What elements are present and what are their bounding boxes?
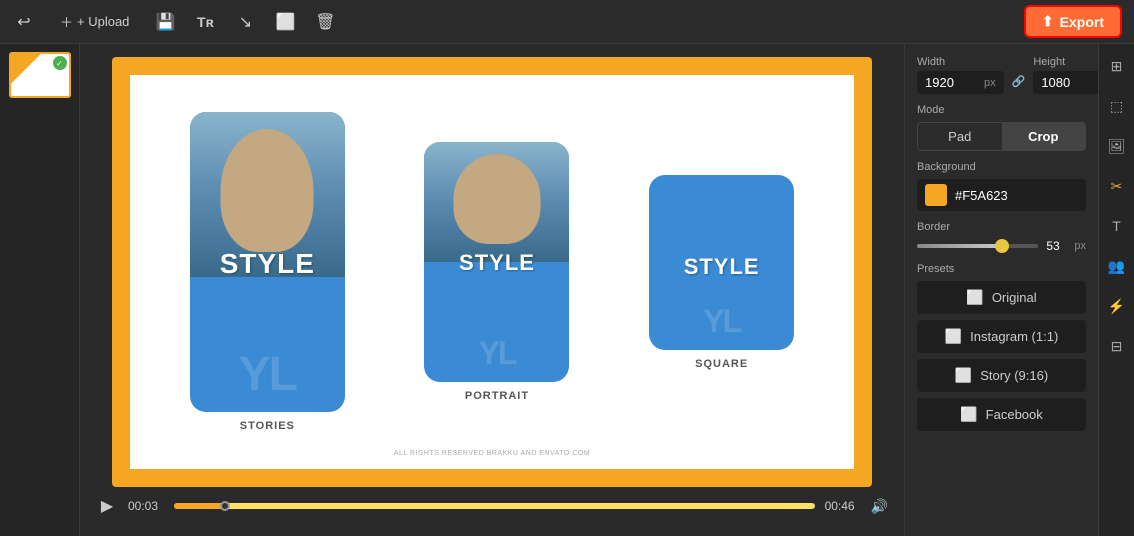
right-panel-main: Width px 🔗 Height px Mode (905, 44, 1098, 536)
users-icon[interactable]: 👥 (1103, 252, 1131, 280)
text-icon[interactable]: Tʀ (193, 10, 217, 34)
facebook-icon: ⬜ (960, 406, 977, 423)
border-value: 53 (1046, 239, 1066, 253)
width-label: Width (917, 56, 1004, 68)
bg-swatch[interactable] (925, 184, 947, 206)
stories-caption: STORIES (240, 420, 295, 432)
bg-row[interactable]: #F5A623 (917, 179, 1086, 211)
time-current: 00:03 (128, 499, 164, 513)
playback-bar: ▶ 00:03 00:46 🔊 (92, 488, 892, 524)
height-input[interactable] (1041, 75, 1096, 90)
slider-thumb[interactable] (995, 239, 1009, 253)
bg-hex: #F5A623 (955, 188, 1008, 203)
mode-pad-button[interactable]: Pad (918, 123, 1002, 150)
border-slider-row: 53 px (917, 239, 1086, 253)
export-button[interactable]: ⬆ Export (1024, 5, 1122, 38)
portrait-card: STYLE YL (424, 142, 569, 382)
preset-story-button[interactable]: ⬜ Story (9:16) (917, 359, 1086, 392)
mode-crop-button[interactable]: Crop (1002, 123, 1086, 150)
original-icon: ⬜ (966, 289, 983, 306)
link-icon[interactable]: 🔗 (1012, 72, 1026, 90)
layers-icon[interactable]: ⊟ (1103, 332, 1131, 360)
height-label: Height (1033, 56, 1098, 68)
slider-fill (917, 244, 1002, 248)
resize-icon[interactable]: ⬚ (1103, 92, 1131, 120)
canvas-area: STYLE YL STORIES (80, 44, 904, 536)
canvas-wrapper: STYLE YL STORIES (92, 56, 892, 488)
preset-facebook-button[interactable]: ⬜ Facebook (917, 398, 1086, 431)
text-panel-icon[interactable]: T (1103, 212, 1131, 240)
right-panel-icons: ⊞ ⬚ 🖼 ✂ T 👥 ⚡ ⊟ (1098, 44, 1134, 536)
plus-icon: ＋ (60, 12, 73, 31)
stories-label: STYLE (190, 248, 345, 280)
toolbar: ↩ ＋ + Upload 💾 Tʀ ↘ ⬜ 🗑 ⬆ Export (0, 0, 1134, 44)
instagram-icon: ⬜ (945, 328, 962, 345)
portrait-caption: PORTRAIT (465, 390, 529, 402)
dimensions-row: Width px 🔗 Height px (917, 56, 1086, 94)
stories-watermark: YL (239, 347, 296, 402)
square-label: STYLE (649, 254, 794, 280)
square-caption: SQUARE (695, 358, 748, 370)
crop-icon[interactable]: ⬜ (273, 10, 297, 34)
progress-track[interactable] (174, 503, 815, 509)
volume-icon[interactable]: 🔊 (871, 498, 888, 515)
preset-original-button[interactable]: ⬜ Original (917, 281, 1086, 314)
mode-row: Pad Crop (917, 122, 1086, 151)
sliders-icon[interactable]: ⚡ (1103, 292, 1131, 320)
portrait-label: STYLE (424, 250, 569, 276)
progress-fill (174, 503, 225, 509)
canvas-frame: STYLE YL STORIES (112, 57, 872, 487)
width-unit: px (984, 77, 996, 89)
delete-icon[interactable]: 🗑 (313, 10, 337, 34)
stories-group: STYLE YL STORIES (190, 112, 345, 432)
story-icon: ⬜ (955, 367, 972, 384)
height-group: Height px (1033, 56, 1098, 94)
height-input-wrap: px (1033, 71, 1098, 94)
save-icon[interactable]: 💾 (153, 10, 177, 34)
crop-panel-icon[interactable]: ✂ (1103, 172, 1131, 200)
undo-icon[interactable]: ↩ (12, 10, 36, 34)
grid-icon[interactable]: ⊞ (1103, 52, 1131, 80)
preset-instagram-button[interactable]: ⬜ Instagram (1:1) (917, 320, 1086, 353)
square-group: STYLE YL SQUARE (649, 175, 794, 370)
arrow-icon[interactable]: ↘ (233, 10, 257, 34)
time-total: 00:46 (825, 499, 861, 513)
main-area: ✓ STYLE YL (0, 44, 1134, 536)
width-input-wrap: px (917, 71, 1004, 94)
square-watermark: YL (703, 303, 740, 340)
upload-button[interactable]: ＋ + Upload (52, 8, 137, 35)
play-button[interactable]: ▶ (96, 495, 118, 517)
portrait-watermark: YL (479, 335, 516, 372)
width-group: Width px (917, 56, 1004, 94)
progress-thumb[interactable] (220, 501, 230, 511)
copyright-text: ALL RIGHTS RESERVED BRAKKU AND ENVATO.CO… (394, 450, 590, 457)
square-card: STYLE YL (649, 175, 794, 350)
right-panel: Width px 🔗 Height px Mode (904, 44, 1134, 536)
portrait-group: STYLE YL PORTRAIT (424, 142, 569, 402)
image-icon[interactable]: 🖼 (1103, 132, 1131, 160)
canvas-content: STYLE YL STORIES (130, 75, 854, 469)
portrait-photo (424, 142, 569, 262)
export-icon: ⬆ (1042, 13, 1054, 30)
left-sidebar: ✓ (0, 44, 80, 536)
border-unit: px (1074, 240, 1086, 252)
width-input[interactable] (925, 75, 980, 90)
mode-label: Mode (917, 104, 1086, 116)
bg-label: Background (917, 161, 1086, 173)
border-label: Border (917, 221, 1086, 233)
thumbnail-1[interactable]: ✓ (9, 52, 71, 98)
border-slider-track[interactable] (917, 244, 1038, 248)
thumb-check: ✓ (53, 56, 67, 70)
stories-card: STYLE YL (190, 112, 345, 412)
presets-label: Presets (917, 263, 1086, 275)
